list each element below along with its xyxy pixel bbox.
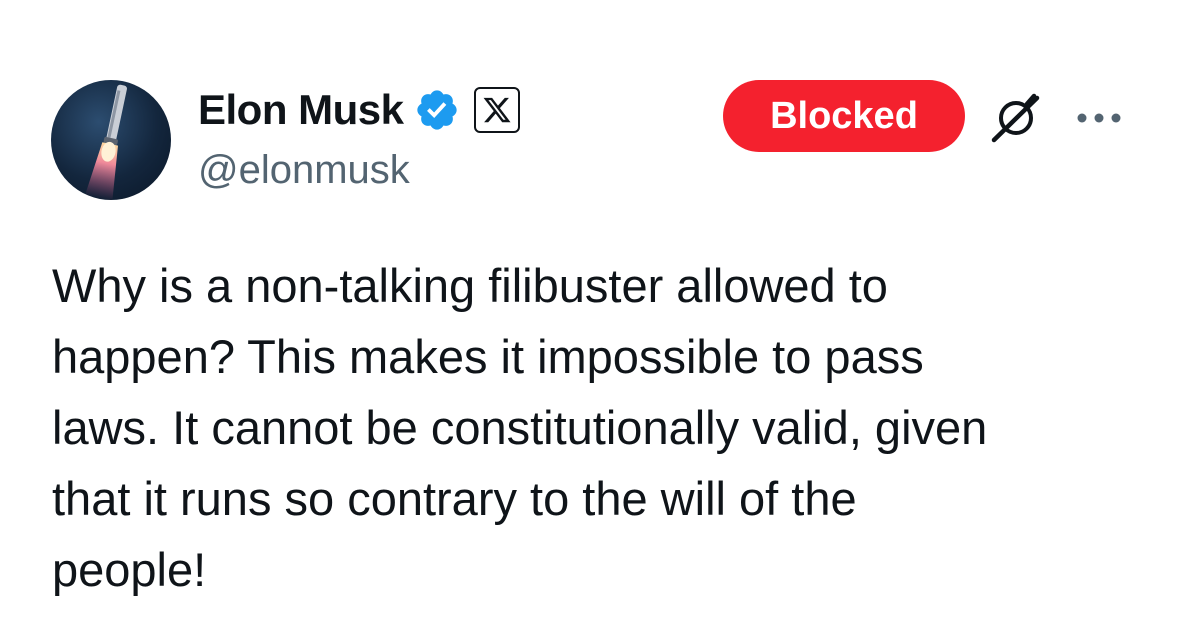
more-options-icon[interactable] <box>1074 106 1124 130</box>
x-logo-icon[interactable] <box>473 87 520 133</box>
blocked-button[interactable]: Blocked <box>723 80 965 152</box>
author-avatar[interactable] <box>51 80 171 200</box>
verified-badge-icon[interactable] <box>414 87 460 133</box>
tweet-card: Elon Musk @elonmusk Blocked Why is a non… <box>0 0 1179 640</box>
rocket-launch-avatar-icon <box>84 84 127 200</box>
author-name-row: Elon Musk <box>198 84 520 136</box>
author-display-name[interactable]: Elon Musk <box>198 84 404 136</box>
tweet-text: Why is a non-talking filibuster allowed … <box>52 259 988 596</box>
grok-slash-icon[interactable] <box>990 92 1042 144</box>
author-handle[interactable]: @elonmusk <box>198 146 410 194</box>
